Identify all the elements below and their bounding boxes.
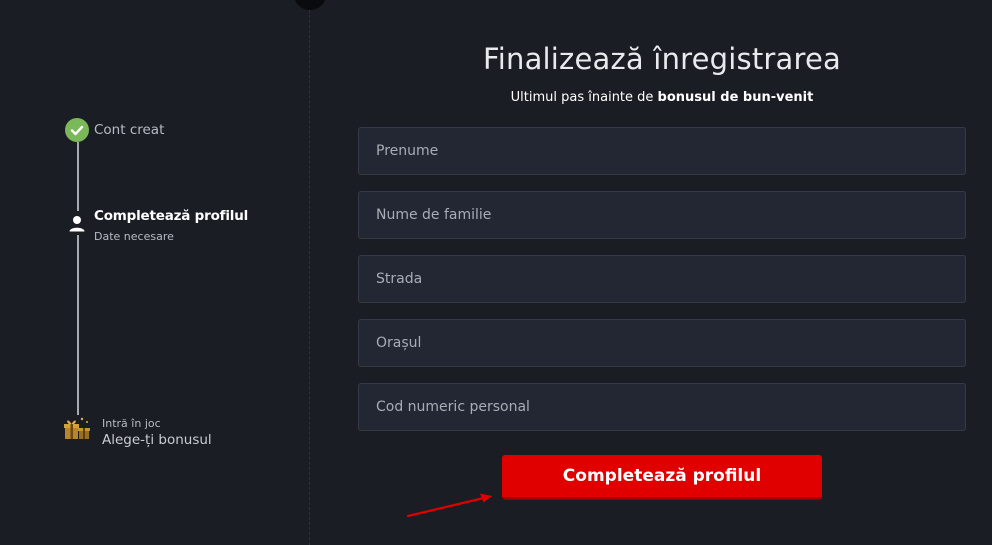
personal-id-input[interactable] [359,384,965,430]
step-connector-line [77,142,79,424]
step-enter-game-label: Intră în joc [102,417,161,430]
street-field [358,255,966,303]
city-input[interactable] [359,320,965,366]
user-icon [66,211,88,235]
sidebar-steps: Cont creat Completează profilul Date nec… [0,0,309,545]
street-input[interactable] [359,256,965,302]
page-title: Finalizează înregistrarea [482,42,842,76]
section-divider [309,0,310,545]
first-name-input[interactable] [359,128,965,174]
last-name-field [358,191,966,239]
last-name-input[interactable] [359,192,965,238]
step-choose-bonus: Alege-ți bonusul [102,432,212,448]
personal-id-field [358,383,966,431]
first-name-field [358,127,966,175]
gift-icon [62,415,92,443]
subtitle-bonus: bonusul de bun-venit [657,90,814,105]
city-field [358,319,966,367]
step-account-created: Cont creat [94,122,165,138]
subtitle-prefix: Ultimul pas înainte de [510,90,658,105]
complete-profile-button[interactable]: Completează profilul [502,455,822,500]
step-complete-profile: Completează profilul [94,208,249,224]
check-icon [65,118,89,142]
page-subtitle: Ultimul pas înainte de bonusul de bun-ve… [358,90,966,105]
arrow-annotation [406,493,492,518]
step-complete-profile-subtitle: Date necesare [94,230,174,243]
